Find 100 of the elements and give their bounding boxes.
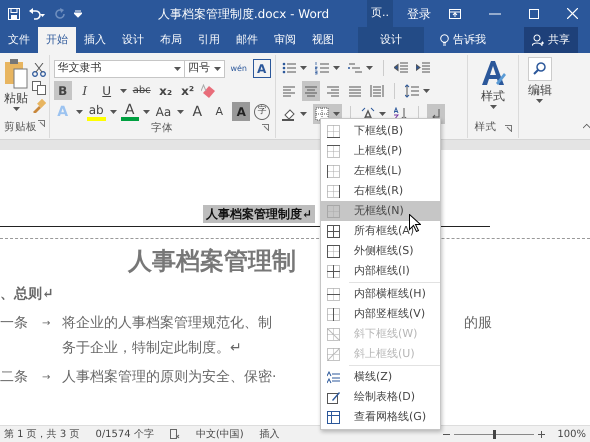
format-button[interactable]: x₂ [156,81,175,100]
bullet-list-icon [282,61,296,75]
dialog-launcher-icon[interactable] [38,120,45,128]
horizontal-line-icon [327,370,340,384]
format-button[interactable]: A [232,102,250,121]
zoom-level[interactable]: 100% [557,426,586,442]
article-number: 二条 [0,368,29,387]
ribbon-tab[interactable]: 审阅 [266,27,304,53]
format-button[interactable]: A [188,102,206,121]
save-icon[interactable] [8,8,20,20]
format-button[interactable]: wén [228,59,249,78]
font-name-dropdown[interactable]: 华文隶书 [54,60,185,78]
ribbon-tab[interactable]: 视图 [304,27,342,53]
lightbulb-icon [440,34,449,46]
group-label: 样式 [474,120,497,136]
ribbon-tab[interactable]: 布局 [152,27,190,53]
menu-item[interactable]: 所有框线(A) [321,221,440,241]
format-button[interactable]: I [76,81,94,100]
styles-button[interactable]: 样式 [480,55,506,109]
styles-label[interactable]: 样式 [481,87,506,105]
zoom-in-icon[interactable] [538,430,546,438]
format-button[interactable]: B [54,81,72,100]
ribbon-tab[interactable]: 引用 [190,27,228,53]
distributed-align-icon [370,84,384,98]
word-count: 0/1574 个字 [95,428,154,442]
sign-in-link[interactable]: 登录 [399,4,439,22]
group-label: 剪贴板 [4,120,37,136]
ribbon-tab[interactable]: 插入 [76,27,114,53]
format-button[interactable]: abc [130,81,153,100]
ribbon-display-icon[interactable] [449,8,461,18]
ribbon-tab[interactable]: 文件 [0,27,38,53]
caret-icon [378,112,386,116]
format-button[interactable]: ab [86,102,106,121]
collapse-ribbon-icon[interactable] [582,123,590,129]
font-size-dropdown[interactable]: 四号 [184,60,225,78]
caret-icon [142,110,150,114]
paste-button[interactable]: 粘贴 [4,59,28,113]
menu-item[interactable]: 绘制表格(D) [321,387,440,407]
menu-item[interactable]: 外侧框线(S) [321,241,440,261]
article-text: 的服 [464,314,492,333]
ribbon-tab[interactable]: 开始 [38,27,76,53]
menu-item[interactable]: 查看网格线(G) [321,407,440,427]
proofing-icon[interactable] [170,429,180,439]
multilevel-list-icon [348,61,362,75]
format-button[interactable]: x² [178,81,197,100]
article-number: 一条 [0,314,29,333]
menu-item[interactable]: 左框线(L) [321,161,440,181]
editing-button[interactable]: 编辑 [528,57,552,103]
close-icon[interactable] [567,8,578,19]
menu-item[interactable]: 内部框线(I) [321,261,440,281]
group-label: 字体 [151,121,174,136]
tab-mark: → [42,370,52,385]
ribbon-tab[interactable]: 邮件 [228,27,266,53]
editing-label[interactable]: 编辑 [528,81,552,99]
customize-icon[interactable] [74,10,82,18]
menu-item[interactable]: 内部横框线(H) [321,284,440,304]
maximize-icon[interactable] [529,8,539,18]
eraser-icon[interactable] [200,84,217,98]
no-border-icon [327,204,340,218]
menu-item[interactable]: 上框线(P) [321,141,440,161]
insert-mode[interactable]: 插入 [260,426,280,442]
zoom-slider-thumb[interactable] [493,430,496,438]
scissors-icon[interactable] [32,63,46,77]
align-center-button[interactable] [302,81,320,101]
share-button[interactable]: 共享 [524,27,578,53]
copy-icon[interactable] [32,81,46,95]
menu-item[interactable]: 右框线(R) [321,181,440,201]
outside-borders-icon [327,244,340,258]
format-button[interactable]: U [98,81,116,100]
format-button[interactable]: A [120,102,139,121]
inside-horizontal-border-icon [327,288,340,300]
dialog-launcher-icon[interactable] [262,124,269,131]
share-label[interactable]: 共享 [548,32,570,48]
menu-item[interactable]: 横线(Z) [321,367,440,387]
format-button[interactable]: Aa [154,102,174,121]
menu-item[interactable]: 下框线(B) [321,121,440,141]
format-button[interactable]: 字 [254,104,270,120]
styles-letter-icon [480,59,506,87]
search-icon [528,57,552,81]
format-button[interactable]: A [210,102,228,121]
menu-item[interactable]: 无框线(N) [321,201,440,221]
ribbon-tab[interactable]: 设计 [358,27,424,53]
article-text: 将企业的人事档案管理规范化、制 [62,314,272,333]
language-indicator[interactable]: 中文(中国) [196,426,244,442]
caret-icon [174,66,181,70]
undo-icon[interactable] [28,8,46,20]
ribbon-tab[interactable]: 设计 [114,27,152,53]
tell-me-field[interactable]: 告诉我 [453,32,486,48]
dialog-launcher-icon[interactable] [504,124,512,132]
paintbrush-icon[interactable] [32,99,46,113]
caret-icon [300,112,307,116]
decrease-indent-icon [394,61,408,75]
left-border-icon [327,164,340,178]
paste-label[interactable]: 粘贴 [4,89,28,107]
format-button[interactable]: A [252,59,271,78]
menu-item[interactable]: 内部竖框线(V) [321,304,440,324]
diagonal-up-border-icon [327,348,340,360]
caret-icon [490,105,497,109]
bottom-border-icon [327,124,340,138]
tab-mark: → [42,316,52,331]
